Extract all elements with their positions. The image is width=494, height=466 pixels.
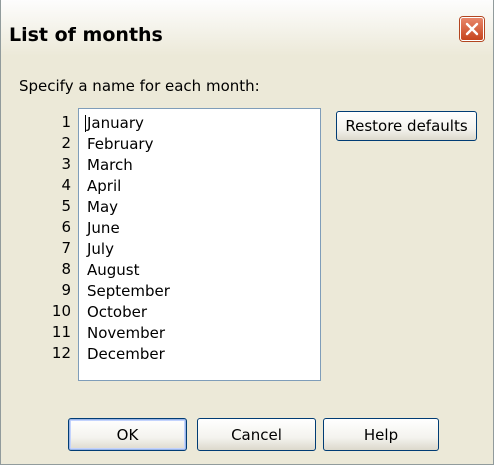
- month-name-line[interactable]: April: [87, 176, 320, 197]
- month-name-line[interactable]: June: [87, 218, 320, 239]
- restore-defaults-button[interactable]: Restore defaults: [336, 111, 477, 141]
- month-name-line[interactable]: May: [87, 197, 320, 218]
- month-name-line[interactable]: July: [87, 239, 320, 260]
- dialog-title: List of months: [9, 24, 163, 46]
- month-number: 10: [51, 302, 71, 320]
- month-name-line[interactable]: January: [85, 113, 320, 134]
- help-button[interactable]: Help: [323, 418, 439, 451]
- month-name-line[interactable]: March: [87, 155, 320, 176]
- ok-button[interactable]: OK: [68, 418, 187, 451]
- close-icon: [465, 22, 479, 36]
- list-of-months-dialog: List of months Specify a name for each m…: [0, 0, 494, 465]
- month-name-line[interactable]: August: [87, 260, 320, 281]
- month-number: 9: [61, 281, 71, 299]
- month-name-line[interactable]: December: [87, 344, 320, 365]
- month-number: 5: [61, 197, 71, 215]
- month-number: 12: [51, 344, 71, 362]
- month-number-column: 1 2 3 4 5 6 7 8 9 10 11 12: [41, 112, 71, 364]
- title-bar[interactable]: List of months: [1, 0, 493, 56]
- month-number: 1: [61, 113, 71, 131]
- month-number: 6: [61, 218, 71, 236]
- month-names-textarea[interactable]: January February March April May June Ju…: [78, 108, 321, 381]
- month-number: 2: [61, 134, 71, 152]
- cancel-button[interactable]: Cancel: [197, 418, 316, 451]
- month-number: 11: [51, 323, 71, 341]
- month-name-line[interactable]: November: [87, 323, 320, 344]
- month-number: 3: [61, 155, 71, 173]
- month-number: 4: [61, 176, 71, 194]
- instruction-label: Specify a name for each month:: [19, 77, 260, 95]
- month-number: 8: [61, 260, 71, 278]
- month-name-line[interactable]: September: [87, 281, 320, 302]
- month-name-line[interactable]: February: [87, 134, 320, 155]
- month-name: January: [87, 114, 144, 132]
- month-name-line[interactable]: October: [87, 302, 320, 323]
- month-number: 7: [61, 239, 71, 257]
- text-caret: [85, 115, 86, 132]
- close-button[interactable]: [460, 17, 484, 41]
